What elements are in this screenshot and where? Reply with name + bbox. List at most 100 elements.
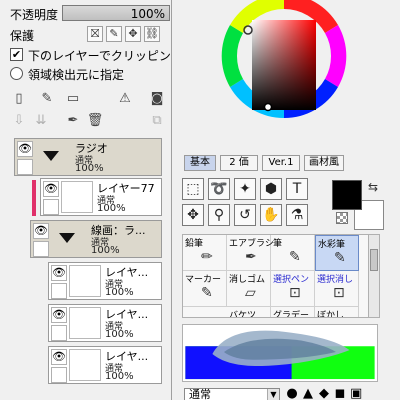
new-linework-layer-icon[interactable]: ⚠ bbox=[116, 90, 134, 108]
opacity-slider[interactable]: 100% bbox=[62, 5, 170, 21]
selection-erase-icon: ⊡ bbox=[333, 285, 345, 301]
new-vector-layer-icon[interactable]: ✎ bbox=[38, 90, 56, 108]
brush-name: 選択ペン bbox=[273, 275, 310, 285]
color-wheel[interactable] bbox=[200, 0, 368, 140]
layer-opacity: 100% bbox=[91, 245, 120, 256]
visibility-eye-icon[interactable]: 👁 bbox=[43, 181, 59, 197]
brush-tip-square[interactable]: ◼ bbox=[334, 387, 346, 400]
hue-cursor[interactable] bbox=[243, 25, 253, 35]
all-lock-icon[interactable]: ⛓ bbox=[144, 26, 160, 42]
layer-row[interactable]: 👁 レイヤー77 通常 100% bbox=[40, 178, 162, 216]
transparency-lock-icon[interactable]: ⛝ bbox=[87, 26, 103, 42]
layer-panel: 不透明度 100% 保護 ⛝ ✎ ✥ ⛓ ✔ 下のレイヤーでクリッピング 領域検… bbox=[0, 0, 172, 400]
blend-mode-select[interactable]: 通常 ▼ bbox=[184, 388, 280, 400]
rect-select-icon[interactable]: ⬚ bbox=[182, 178, 204, 200]
brush-airbrush[interactable]: エアブラシ ✒ bbox=[227, 235, 274, 271]
merge-down-icon[interactable]: ⇊ bbox=[32, 112, 50, 130]
tool-panel: 基本 2 価 Ver.1 画材風 ⬚ ➰ ✦ ⬢ T ✥ ⚲ ↺ ✋ ⚗ ⇆ 鉛… bbox=[172, 0, 400, 400]
layer-mask-icon[interactable]: ◙ bbox=[148, 90, 166, 108]
brush-tip-triangle[interactable]: ▲ bbox=[302, 387, 314, 400]
brush-name: 消しゴム bbox=[229, 275, 266, 285]
chevron-down-icon[interactable]: ▼ bbox=[267, 389, 279, 400]
eraser-icon: ▱ bbox=[245, 285, 256, 301]
brush-brush[interactable]: 筆 ✎ bbox=[271, 235, 315, 271]
brush-pencil[interactable]: 鉛筆 ✏ bbox=[183, 235, 227, 271]
brush-blur[interactable]: ぼかし bbox=[315, 307, 359, 318]
visibility-eye-icon[interactable]: 👁 bbox=[51, 307, 67, 323]
brush-tip-diamond[interactable]: ◆ bbox=[318, 387, 330, 400]
brush-tip-flat[interactable]: ▣ bbox=[350, 387, 362, 400]
brush-bucket[interactable]: バケツ bbox=[227, 307, 271, 317]
lock-toggle[interactable] bbox=[51, 367, 67, 383]
text-icon[interactable]: T bbox=[286, 178, 308, 200]
color-cursor[interactable] bbox=[263, 102, 273, 112]
foreground-color-swatch[interactable] bbox=[332, 180, 362, 210]
layer-row[interactable]: 👁 レイヤ... 通常 100% bbox=[48, 304, 162, 342]
zoom-icon[interactable]: ⚲ bbox=[208, 204, 230, 226]
new-folder-icon[interactable]: ▭ bbox=[64, 90, 82, 108]
magic-wand-icon[interactable]: ✦ bbox=[234, 178, 256, 200]
brush-selection-pen[interactable]: 選択ペン ⊡ bbox=[271, 271, 315, 307]
layer-thumbnail bbox=[69, 307, 101, 339]
layer-row[interactable]: 👁 ラジオ 通常 100% bbox=[14, 138, 162, 176]
layer-list: 👁 ラジオ 通常 100% 👁 レイヤー77 通常 100% 👁 線画：ラ...… bbox=[4, 134, 166, 400]
brush-scrollbar[interactable] bbox=[368, 234, 380, 318]
lock-toggle[interactable] bbox=[33, 241, 49, 257]
brush-scroll-thumb[interactable] bbox=[370, 249, 378, 271]
folder-collapse-icon[interactable] bbox=[43, 151, 59, 161]
tab-two-value[interactable]: 2 価 bbox=[220, 155, 258, 171]
brush-tip-round[interactable]: ● bbox=[286, 387, 298, 400]
lock-toggle[interactable] bbox=[17, 159, 33, 175]
clipping-checkbox[interactable]: ✔ bbox=[10, 48, 23, 61]
layer-row[interactable]: 👁 線画：ラ... 通常 100% bbox=[30, 220, 162, 258]
tab-basic[interactable]: 基本 bbox=[184, 155, 216, 171]
stroke-preview bbox=[182, 324, 378, 382]
brush-watercolor[interactable]: 水彩筆 ✎ bbox=[315, 235, 359, 271]
transfer-down-icon[interactable]: ⇩ bbox=[10, 112, 28, 130]
visibility-eye-icon[interactable]: 👁 bbox=[17, 141, 33, 157]
lasso-icon[interactable]: ➰ bbox=[208, 178, 230, 200]
eyedropper-icon[interactable]: ⚗ bbox=[286, 204, 308, 226]
layer-row[interactable]: 👁 レイヤ... 通常 100% bbox=[48, 346, 162, 384]
selection-source-radio[interactable] bbox=[10, 67, 23, 80]
rotate-icon[interactable]: ↺ bbox=[234, 204, 256, 226]
lock-toggle[interactable] bbox=[51, 325, 67, 341]
brush-gradient[interactable]: グラデー bbox=[271, 307, 315, 317]
visibility-eye-icon[interactable]: 👁 bbox=[33, 223, 49, 239]
brush-eraser[interactable]: 消しゴム ▱ bbox=[227, 271, 271, 307]
brush-name: 選択消し bbox=[317, 275, 354, 285]
selection-pen-icon: ⊡ bbox=[289, 285, 301, 301]
brush-marker[interactable]: マーカー ✎ bbox=[183, 271, 227, 307]
combine-icon[interactable]: ⧉ bbox=[148, 112, 166, 130]
transparent-color-icon[interactable] bbox=[336, 212, 348, 224]
clear-layer-icon[interactable]: ✒ bbox=[64, 112, 82, 130]
brush-name: ぼかし bbox=[317, 311, 345, 318]
layer-thumbnail bbox=[69, 349, 101, 381]
pencil-brush-icon: ✏ bbox=[201, 249, 213, 265]
move-icon[interactable]: ✥ bbox=[182, 204, 204, 226]
tab-ver1[interactable]: Ver.1 bbox=[262, 155, 300, 171]
selection-source-label: 領域検出元に指定 bbox=[28, 68, 125, 82]
opacity-label: 不透明度 bbox=[10, 8, 59, 22]
brush-name: マーカー bbox=[185, 275, 222, 285]
layer-row[interactable]: 👁 レイヤ... 通常 100% bbox=[48, 262, 162, 300]
delete-layer-icon[interactable]: 🗑 bbox=[86, 112, 104, 130]
clipping-marker bbox=[32, 180, 36, 216]
hand-icon[interactable]: ✋ bbox=[260, 204, 282, 226]
brush-name: 水彩筆 bbox=[318, 240, 346, 250]
visibility-eye-icon[interactable]: 👁 bbox=[51, 349, 67, 365]
fill-icon[interactable]: ⬢ bbox=[260, 178, 282, 200]
lock-toggle[interactable] bbox=[43, 199, 59, 215]
folder-collapse-icon[interactable] bbox=[59, 233, 75, 243]
visibility-eye-icon[interactable]: 👁 bbox=[51, 265, 67, 281]
tab-material[interactable]: 画材風 bbox=[304, 155, 344, 171]
layer-opacity: 100% bbox=[105, 329, 134, 340]
lock-toggle[interactable] bbox=[51, 283, 67, 299]
new-layer-icon[interactable]: ▯ bbox=[10, 90, 28, 108]
brush-lock-icon[interactable]: ✎ bbox=[106, 26, 122, 42]
move-lock-icon[interactable]: ✥ bbox=[125, 26, 141, 42]
blend-mode-value: 通常 bbox=[189, 388, 211, 400]
brush-name: 筆 bbox=[273, 239, 283, 249]
brush-selection-erase[interactable]: 選択消し ⊡ bbox=[315, 271, 359, 307]
swap-colors-icon[interactable]: ⇆ bbox=[368, 180, 378, 194]
